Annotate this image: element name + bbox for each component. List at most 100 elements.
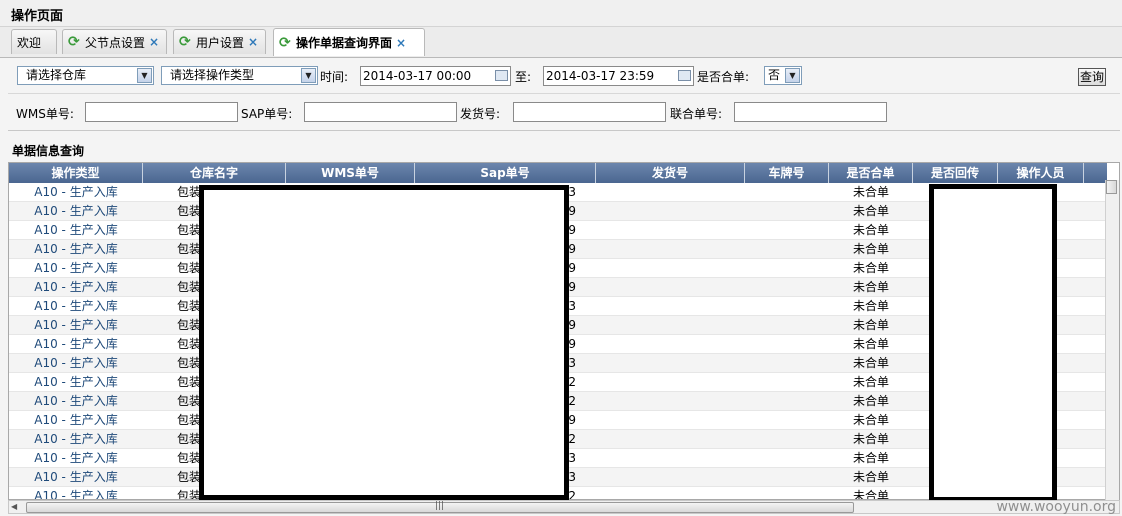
operation-type-select[interactable]: 请选择操作类型 ▼ <box>161 66 318 85</box>
tab-user-settings[interactable]: ⟳ 用户设置 × <box>173 29 266 54</box>
cell-merged: 未合单 <box>852 280 889 294</box>
cell-ship-no <box>596 487 745 499</box>
cell-plate-no <box>745 297 829 316</box>
cell-ship-no <box>596 202 745 221</box>
time-to-value: 2014-03-17 23:59 <box>546 69 655 83</box>
sap-label: SAP单号: <box>241 107 293 121</box>
cell-ship-no <box>596 316 745 335</box>
watermark: www.wooyun.org <box>996 499 1116 515</box>
cell-merged: 未合单 <box>852 242 889 256</box>
close-icon[interactable]: × <box>248 35 258 49</box>
cell-plate-no <box>745 259 829 278</box>
redaction-box <box>199 185 569 500</box>
tab-welcome[interactable]: 欢迎 <box>11 29 57 54</box>
wms-input[interactable] <box>85 102 238 122</box>
column-header-wms-no[interactable]: WMS单号 <box>286 163 415 183</box>
cell-operation-type: A10 - 生产入库 <box>34 394 118 408</box>
cell-merged: 未合单 <box>852 204 889 218</box>
cell-merged: 未合单 <box>852 489 889 499</box>
cell-plate-no <box>745 183 829 202</box>
time-to-input[interactable]: 2014-03-17 23:59 <box>543 66 694 86</box>
cell-merged: 未合单 <box>852 451 889 465</box>
chevron-down-icon[interactable]: ▼ <box>785 68 800 83</box>
cell-ship-no <box>596 259 745 278</box>
wms-label: WMS单号: <box>16 107 74 121</box>
cell-merged: 未合单 <box>852 299 889 313</box>
cell-operation-type: A10 - 生产入库 <box>34 489 118 499</box>
cell-ship-no <box>596 335 745 354</box>
query-button[interactable]: 查询 <box>1078 68 1106 86</box>
cell-ship-no <box>596 354 745 373</box>
chevron-down-icon[interactable]: ▼ <box>137 68 152 83</box>
cell-merged: 未合单 <box>852 470 889 484</box>
tab-label: 父节点设置 <box>85 35 146 50</box>
column-header-merged[interactable]: 是否合单 <box>829 163 913 183</box>
cell-operation-type: A10 - 生产入库 <box>34 223 118 237</box>
column-header-ship-no[interactable]: 发货号 <box>596 163 745 183</box>
column-header-plate-no[interactable]: 车牌号 <box>745 163 829 183</box>
merged-label: 是否合单: <box>697 70 750 84</box>
chevron-down-icon[interactable]: ▼ <box>301 68 316 83</box>
ship-label: 发货号: <box>460 107 501 121</box>
vertical-scroll-thumb[interactable] <box>1106 180 1117 194</box>
cell-plate-no <box>745 373 829 392</box>
cell-ship-no <box>596 240 745 259</box>
refresh-icon: ⟳ <box>68 34 80 50</box>
joint-label: 联合单号: <box>670 107 723 121</box>
sap-input[interactable] <box>304 102 457 122</box>
calendar-icon[interactable] <box>495 70 508 81</box>
cell-ship-no <box>596 392 745 411</box>
cell-plate-no <box>745 221 829 240</box>
grip-icon: ||| <box>435 501 445 511</box>
operation-type-select-value: 请选择操作类型 <box>170 68 255 82</box>
joint-input[interactable] <box>734 102 887 122</box>
column-header-operator[interactable]: 操作人员 <box>998 163 1084 183</box>
cell-ship-no <box>596 411 745 430</box>
cell-operation-type: A10 - 生产入库 <box>34 356 118 370</box>
cell-ship-no <box>596 373 745 392</box>
ship-input[interactable] <box>513 102 666 122</box>
cell-plate-no <box>745 449 829 468</box>
time-from-input[interactable]: 2014-03-17 00:00 <box>360 66 511 86</box>
cell-ship-no <box>596 430 745 449</box>
warehouse-select-value: 请选择仓库 <box>26 68 87 82</box>
tab-document-query[interactable]: ⟳ 操作单据查询界面 × <box>273 28 425 56</box>
cell-merged: 未合单 <box>852 413 889 427</box>
cell-plate-no <box>745 240 829 259</box>
vertical-scrollbar[interactable] <box>1105 180 1119 500</box>
column-header-operation-type[interactable]: 操作类型 <box>9 163 143 183</box>
redaction-box <box>929 184 1057 502</box>
warehouse-select[interactable]: 请选择仓库 ▼ <box>17 66 154 85</box>
grid-header: 操作类型 仓库名字 WMS单号 Sap单号 发货号 车牌号 是否合单 是否回传 … <box>9 163 1107 183</box>
column-header-filler <box>1084 163 1107 183</box>
cell-merged: 未合单 <box>852 432 889 446</box>
cell-ship-no <box>596 297 745 316</box>
column-header-sap-no[interactable]: Sap单号 <box>415 163 596 183</box>
scroll-left-arrow-icon[interactable]: ◀ <box>11 502 17 511</box>
tab-bar: 欢迎 ⟳ 父节点设置 × ⟳ 用户设置 × ⟳ 操作单据查询界面 × <box>0 27 1122 58</box>
cell-merged: 未合单 <box>852 223 889 237</box>
cell-operation-type: A10 - 生产入库 <box>34 185 118 199</box>
cell-operation-type: A10 - 生产入库 <box>34 318 118 332</box>
column-header-warehouse[interactable]: 仓库名字 <box>143 163 286 183</box>
cell-plate-no <box>745 335 829 354</box>
tab-label: 操作单据查询界面 <box>296 36 393 50</box>
calendar-icon[interactable] <box>678 70 691 81</box>
refresh-icon: ⟳ <box>179 34 191 50</box>
tab-parent-node-settings[interactable]: ⟳ 父节点设置 × <box>62 29 167 54</box>
close-icon[interactable]: × <box>396 36 406 50</box>
cell-operation-type: A10 - 生产入库 <box>34 413 118 427</box>
close-icon[interactable]: × <box>149 35 159 49</box>
cell-merged: 未合单 <box>852 261 889 275</box>
cell-plate-no <box>745 278 829 297</box>
cell-plate-no <box>745 202 829 221</box>
cell-plate-no <box>745 487 829 499</box>
column-header-returned[interactable]: 是否回传 <box>913 163 998 183</box>
cell-operation-type: A10 - 生产入库 <box>34 432 118 446</box>
cell-operation-type: A10 - 生产入库 <box>34 204 118 218</box>
time-label: 时间: <box>320 70 349 84</box>
merged-select[interactable]: 否 ▼ <box>764 66 802 85</box>
cell-operation-type: A10 - 生产入库 <box>34 242 118 256</box>
cell-operation-type: A10 - 生产入库 <box>34 299 118 313</box>
cell-ship-no <box>596 278 745 297</box>
